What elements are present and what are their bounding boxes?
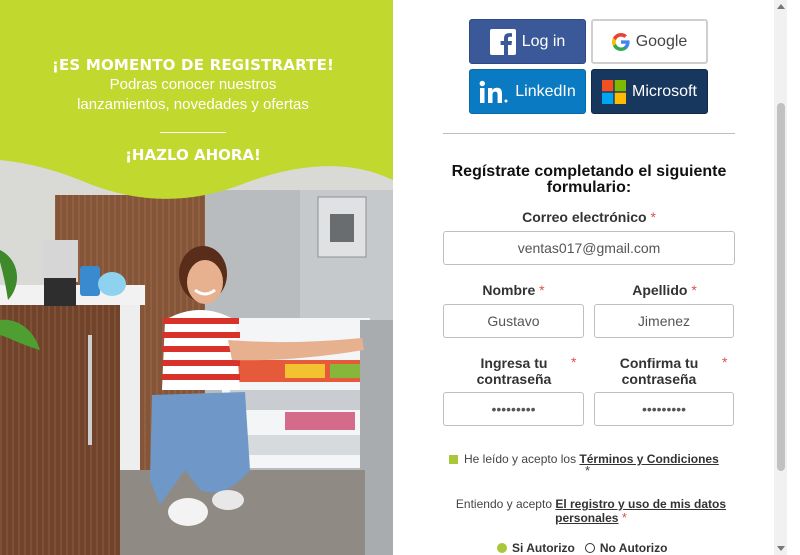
terms-link[interactable]: Términos y Condiciones <box>579 452 718 466</box>
password-required-mark: * <box>571 354 577 370</box>
google-login-label: Google <box>635 32 688 50</box>
microsoft-login-label: Microsoft <box>632 82 697 100</box>
terms-prefix: He leído y acepto los <box>464 452 577 466</box>
form-heading: Regístrate completando el siguiente form… <box>451 163 727 196</box>
last-name-field[interactable] <box>594 304 734 338</box>
authorize-no-radio[interactable] <box>584 543 595 553</box>
password-label: Ingresa tu contraseña <box>476 355 552 387</box>
terms-checkbox-row: He leído y acepto los Términos y Condici… <box>449 452 719 466</box>
google-icon <box>611 32 630 51</box>
data-use-link[interactable]: El registro y uso de mis datos personale… <box>555 497 726 525</box>
first-name-label-text: Nombre <box>482 282 536 298</box>
facebook-login-label: Log in <box>521 32 566 50</box>
authorize-radio-group: Si Autorizo No Autorizo <box>497 541 677 555</box>
microsoft-icon <box>602 79 627 104</box>
linkedin-login-button[interactable]: LinkedIn <box>469 69 586 114</box>
confirm-password-field[interactable] <box>594 392 734 426</box>
promo-divider <box>160 132 226 133</box>
first-name-label: Nombre * <box>443 282 584 298</box>
microsoft-login-button[interactable]: Microsoft <box>591 69 708 114</box>
linkedin-login-label: LinkedIn <box>515 82 576 100</box>
promo-subtitle-line1: Podras conocer nuestros <box>109 76 277 93</box>
last-name-label-text: Apellido <box>632 282 688 298</box>
email-label-text: Correo electrónico <box>522 209 647 225</box>
email-field[interactable] <box>443 231 735 265</box>
first-name-required-mark: * <box>539 282 545 298</box>
confirm-password-required-mark: * <box>722 354 728 370</box>
linkedin-icon <box>479 80 508 103</box>
last-name-label: Apellido * <box>594 282 735 298</box>
terms-checkbox[interactable] <box>449 455 458 464</box>
social-divider <box>443 133 735 134</box>
scroll-down-icon[interactable] <box>777 546 785 551</box>
facebook-icon <box>489 28 516 55</box>
promo-panel: ¡ES MOMENTO DE REGISTRARTE! Podras conoc… <box>0 0 393 555</box>
promo-text-block: ¡ES MOMENTO DE REGISTRARTE! Podras conoc… <box>0 56 386 164</box>
scroll-thumb[interactable] <box>777 103 785 471</box>
google-login-button[interactable]: Google <box>591 19 708 64</box>
email-required-mark: * <box>650 209 656 225</box>
scrollbar[interactable] <box>774 0 787 555</box>
first-name-field[interactable] <box>443 304 584 338</box>
registration-panel: Log in Google LinkedIn Microsoft Regístr… <box>393 0 787 555</box>
password-field[interactable] <box>443 392 584 426</box>
last-name-required-mark: * <box>691 282 697 298</box>
promo-subtitle-line2: lanzamientos, novedades y ofertas <box>77 96 309 113</box>
authorize-yes-radio[interactable] <box>497 543 507 553</box>
authorize-yes-label: Si Autorizo <box>512 541 575 555</box>
data-use-required-mark: * <box>621 510 627 525</box>
email-label: Correo electrónico * <box>443 209 735 225</box>
data-use-prefix: Entiendo y acepto <box>455 497 552 511</box>
confirm-password-label: Confirma tu contraseña <box>619 355 699 387</box>
terms-required-mark: * <box>585 463 591 478</box>
scroll-up-icon[interactable] <box>777 4 785 9</box>
facebook-login-button[interactable]: Log in <box>469 19 586 64</box>
promo-cta: ¡HAZLO AHORA! <box>125 146 261 164</box>
promo-title: ¡ES MOMENTO DE REGISTRARTE! <box>51 56 335 74</box>
authorize-no-label: No Autorizo <box>599 541 668 555</box>
data-use-row: Entiendo y acepto El registro y uso de m… <box>445 497 737 525</box>
